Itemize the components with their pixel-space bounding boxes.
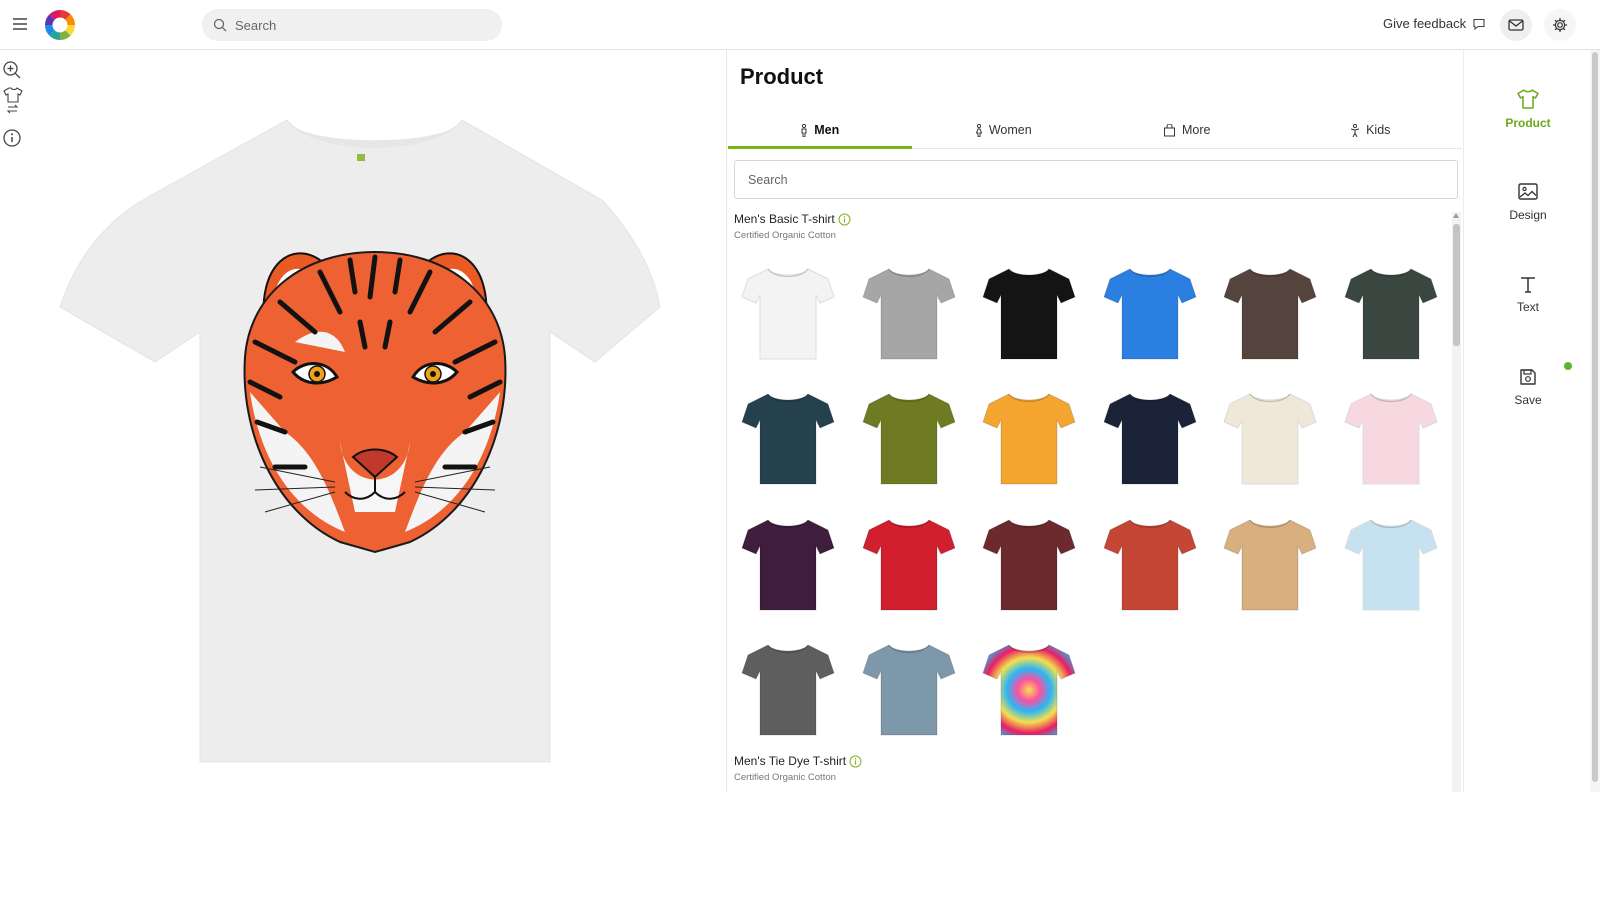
tab-women[interactable]: Women <box>912 112 1096 148</box>
zoom-in-icon[interactable] <box>2 60 22 82</box>
color-swatch[interactable] <box>969 502 1090 628</box>
tshirt-icon <box>1516 88 1540 110</box>
nav-design-label: Design <box>1509 208 1547 222</box>
color-swatch[interactable] <box>1090 251 1211 377</box>
color-swatch[interactable] <box>849 502 970 628</box>
tab-men-label: Men <box>814 123 840 137</box>
color-swatch[interactable] <box>1090 502 1211 628</box>
panel-title: Product <box>740 64 824 89</box>
color-swatch-grid <box>728 251 1452 753</box>
color-swatch[interactable] <box>728 251 849 377</box>
color-swatch[interactable] <box>1210 377 1331 503</box>
color-swatch[interactable] <box>969 251 1090 377</box>
search-icon <box>213 18 227 32</box>
color-swatch[interactable] <box>1331 377 1452 503</box>
color-swatch[interactable] <box>1331 251 1452 377</box>
tab-kids-label: Kids <box>1366 123 1391 137</box>
messages-button[interactable] <box>1500 9 1532 41</box>
nav-text[interactable]: Text <box>1466 274 1590 314</box>
color-swatch[interactable] <box>969 377 1090 503</box>
nav-product[interactable]: Product <box>1466 88 1590 130</box>
tab-women-label: Women <box>988 123 1032 137</box>
group-header: Men's Tie Dye T-shirt <box>734 754 1452 768</box>
info-icon[interactable] <box>838 213 851 226</box>
color-swatch[interactable] <box>849 628 970 754</box>
color-swatch[interactable] <box>728 377 849 503</box>
color-swatch[interactable] <box>728 628 849 754</box>
divider <box>1463 50 1464 792</box>
product-search-input[interactable] <box>734 160 1458 199</box>
product-group: Men's Tie Dye T-shirt Certified Organic … <box>728 754 1452 783</box>
nav-product-label: Product <box>1505 116 1551 130</box>
page-scrollbar[interactable] <box>1590 50 1600 792</box>
group-subtitle: Certified Organic Cotton <box>734 230 836 241</box>
search-input[interactable] <box>235 17 475 33</box>
global-search[interactable] <box>202 9 502 41</box>
group-header: Men's Basic T-shirt <box>734 212 1452 226</box>
product-preview[interactable] <box>30 52 725 792</box>
color-swatch[interactable] <box>1210 251 1331 377</box>
page-scrollbar-thumb[interactable] <box>1592 52 1598 782</box>
tab-more[interactable]: More <box>1095 112 1279 148</box>
tab-men[interactable]: Men <box>728 112 912 149</box>
woman-icon <box>975 123 983 137</box>
top-bar: Give feedback <box>0 0 1600 50</box>
give-feedback-label: Give feedback <box>1383 16 1467 31</box>
man-icon <box>800 123 808 137</box>
tiger-print <box>243 250 507 554</box>
image-icon <box>1517 182 1539 202</box>
color-swatch[interactable] <box>849 251 970 377</box>
color-swatch[interactable] <box>1210 502 1331 628</box>
divider <box>726 50 727 792</box>
mail-icon <box>1508 18 1524 32</box>
color-swatch[interactable] <box>728 502 849 628</box>
swap-shirt-icon[interactable] <box>2 86 23 116</box>
color-swatch[interactable] <box>1090 377 1211 503</box>
tab-kids[interactable]: Kids <box>1279 112 1463 148</box>
nav-text-label: Text <box>1516 300 1539 314</box>
color-swatch[interactable] <box>969 628 1090 754</box>
child-icon <box>1350 123 1360 137</box>
hamburger-icon[interactable] <box>10 14 30 34</box>
settings-button[interactable] <box>1544 9 1576 41</box>
group-title: Men's Basic T-shirt <box>734 212 835 226</box>
info-icon[interactable] <box>849 755 862 768</box>
color-swatch[interactable] <box>849 377 970 503</box>
gear-icon <box>1552 17 1568 33</box>
scrollbar-thumb[interactable] <box>1453 224 1460 346</box>
nav-design[interactable]: Design <box>1466 182 1590 222</box>
chat-icon <box>1472 17 1486 31</box>
logo[interactable] <box>44 9 76 41</box>
info-icon[interactable] <box>2 128 22 150</box>
product-list: Men's Basic T-shirt Certified Organic Co… <box>728 212 1452 792</box>
group-subtitle: Certified Organic Cotton <box>734 772 836 783</box>
group-title: Men's Tie Dye T-shirt <box>734 754 847 768</box>
text-icon <box>1518 274 1538 294</box>
save-icon <box>1518 367 1538 387</box>
tab-more-label: More <box>1182 123 1211 137</box>
give-feedback-link[interactable]: Give feedback <box>1383 16 1486 31</box>
status-dot <box>1564 362 1572 370</box>
gender-tabs: Men Women More Kids <box>728 112 1462 149</box>
nav-save[interactable]: Save <box>1466 367 1590 407</box>
bag-icon <box>1163 123 1176 137</box>
nav-save-label: Save <box>1514 393 1542 407</box>
color-swatch[interactable] <box>1331 502 1452 628</box>
product-group: Men's Basic T-shirt Certified Organic Co… <box>728 212 1452 746</box>
product-list-scrollbar[interactable] <box>1452 212 1461 792</box>
scroll-up-arrow[interactable] <box>1453 213 1459 218</box>
